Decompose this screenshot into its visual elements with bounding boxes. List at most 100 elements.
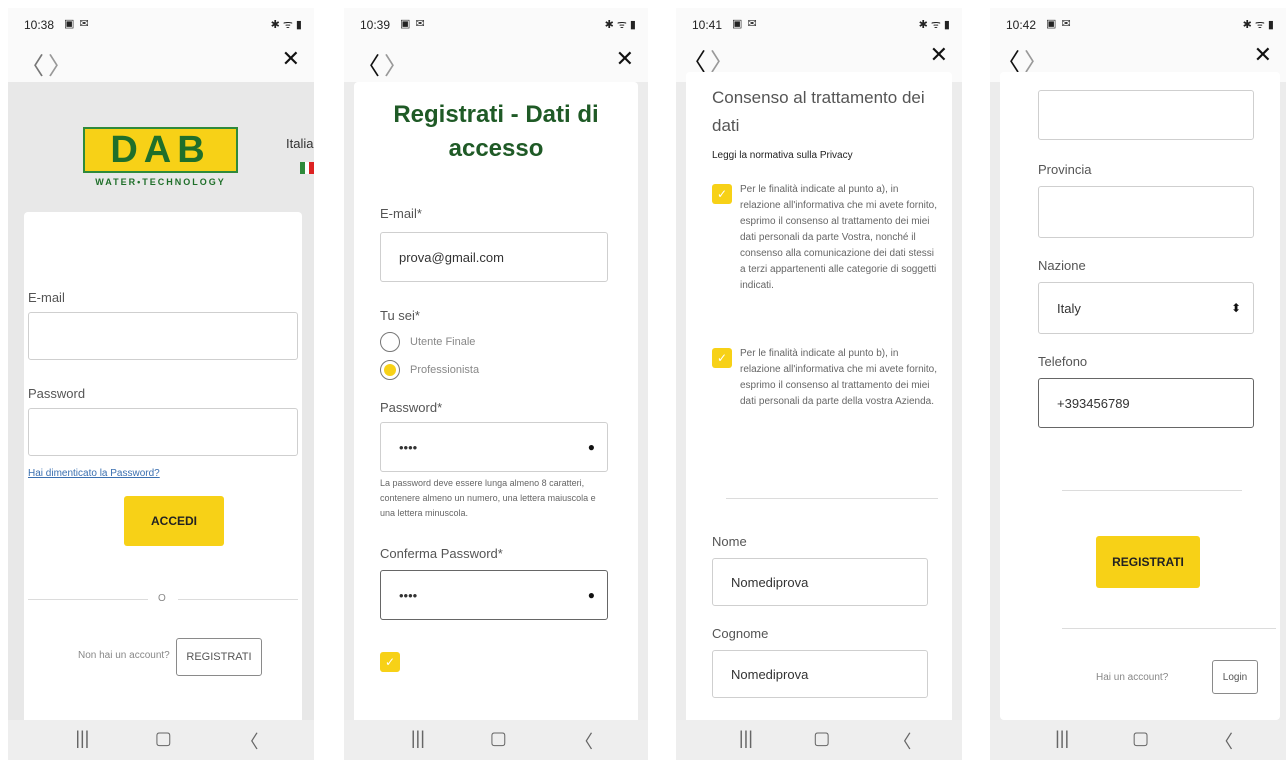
system-icons: ✱ ᯤ ▮: [918, 19, 950, 31]
consent-a-checkbox[interactable]: ✓: [712, 184, 732, 204]
back-arrow-icon[interactable]: 〈: [356, 46, 380, 81]
confirm-password-value: ••••: [399, 587, 418, 603]
notification-icons: ▣ ✉: [1046, 18, 1072, 30]
confirm-password-label: Conferma Password*: [380, 546, 503, 561]
nazione-value: Italy: [1057, 300, 1081, 316]
system-icons: ✱ ᯤ ▮: [604, 19, 636, 31]
divider-right: [178, 599, 298, 600]
back-icon[interactable]: 〈: [1215, 728, 1233, 754]
consent-card: Consenso al trattamento dei dati Leggi l…: [686, 72, 952, 732]
eye-icon[interactable]: ●: [588, 588, 595, 602]
system-icons: ✱ ᯤ ▮: [270, 19, 302, 31]
password-value: ••••: [399, 439, 418, 455]
close-icon[interactable]: ✕: [282, 46, 300, 72]
phone-screen-register-contact: 10:42 ▣ ✉ ✱ ᯤ ▮ 〈 〉 ✕ Provincia Nazione …: [990, 8, 1286, 760]
contact-card: Provincia Nazione Italy ⬍ Telefono +3934…: [1000, 72, 1280, 720]
contact-content: Provincia Nazione Italy ⬍ Telefono +3934…: [990, 72, 1286, 720]
italy-flag-icon: [300, 162, 314, 174]
consent-checkbox[interactable]: ✓: [380, 652, 400, 672]
phone-screen-consent: 10:41 ▣ ✉ ✱ ᯤ ▮ 〈 〉 ✕ Consenso al tratta…: [676, 8, 962, 760]
user-type-label: Tu sei*: [380, 308, 420, 323]
nazione-label: Nazione: [1038, 258, 1086, 273]
close-icon[interactable]: ✕: [616, 46, 634, 72]
login-content: DAB WATER•TECHNOLOGY Italia E-mail Passw…: [8, 82, 314, 726]
dab-logo: DAB WATER•TECHNOLOGY: [83, 127, 238, 193]
phone-screen-register-access: 10:39 ▣ ✉ ✱ ᯤ ▮ 〈 〉 ✕ Registrati - Dati …: [344, 8, 648, 760]
radio-utente-finale-label: Utente Finale: [410, 336, 476, 348]
email-field[interactable]: prova@gmail.com: [380, 232, 608, 282]
status-bar: 10:38 ▣ ✉ ✱ ᯤ ▮: [8, 8, 314, 38]
divider-left: [28, 599, 148, 600]
consent-content: Consenso al trattamento dei dati Leggi l…: [676, 72, 962, 732]
android-nav-bar: ||| ▢ 〈: [8, 720, 314, 760]
register-card: Registrati - Dati di accesso E-mail* pro…: [354, 82, 638, 728]
cognome-label: Cognome: [712, 626, 769, 641]
telefono-field[interactable]: +393456789: [1038, 378, 1254, 428]
close-icon[interactable]: ✕: [1254, 42, 1272, 68]
password-field[interactable]: [28, 408, 298, 456]
register-button[interactable]: REGISTRATI: [1096, 536, 1200, 588]
login-button[interactable]: Login: [1212, 660, 1258, 694]
register-content: Registrati - Dati di accesso E-mail* pro…: [344, 82, 648, 728]
provincia-field[interactable]: [1038, 186, 1254, 238]
recents-icon[interactable]: |||: [75, 728, 89, 749]
browser-nav-bar: 〈 〉 ✕: [344, 38, 648, 82]
system-icons: ✱ ᯤ ▮: [1242, 19, 1274, 31]
notification-icons: ▣ ✉: [400, 18, 426, 30]
forgot-password-link[interactable]: Hai dimenticato la Password?: [28, 468, 160, 479]
divider-or: O: [158, 593, 166, 604]
login-button[interactable]: ACCEDI: [124, 496, 224, 546]
android-nav-bar: ||| ▢ 〈: [990, 720, 1286, 760]
email-field[interactable]: [28, 312, 298, 360]
consent-title: Consenso al trattamento dei dati: [712, 88, 925, 135]
login-card: E-mail Password Hai dimenticato la Passw…: [24, 212, 302, 726]
status-bar: 10:39 ▣ ✉ ✱ ᯤ ▮: [344, 8, 648, 38]
password-label: Password: [28, 386, 86, 401]
browser-nav-bar: 〈 〉 ✕: [8, 38, 314, 82]
radio-professionista-label: Professionista: [410, 364, 480, 376]
cognome-field[interactable]: Nomediprova: [712, 650, 928, 698]
close-icon[interactable]: ✕: [930, 42, 948, 68]
status-bar: 10:41 ▣ ✉ ✱ ᯤ ▮: [676, 8, 962, 38]
nazione-select[interactable]: Italy ⬍: [1038, 282, 1254, 334]
android-nav-bar: ||| ▢ 〈: [344, 720, 648, 760]
email-label: E-mail: [28, 290, 65, 305]
back-icon[interactable]: 〈: [241, 728, 259, 754]
back-icon[interactable]: 〈: [575, 728, 593, 754]
radio-professionista[interactable]: [380, 360, 400, 380]
have-account-text: Hai un account?: [1096, 672, 1169, 683]
language-selector[interactable]: Italia: [286, 136, 313, 151]
section-divider: [1062, 490, 1242, 491]
page-title: Registrati - Dati di accesso: [393, 101, 599, 162]
home-icon[interactable]: ▢: [155, 728, 172, 749]
dab-logo-subtitle: WATER•TECHNOLOGY: [95, 177, 226, 187]
home-icon[interactable]: ▢: [490, 728, 507, 749]
back-arrow-icon[interactable]: 〈: [20, 46, 44, 81]
provincia-label: Provincia: [1038, 162, 1092, 177]
forward-arrow-icon[interactable]: 〉: [48, 46, 72, 81]
select-arrows-icon: ⬍: [1230, 301, 1241, 315]
back-icon[interactable]: 〈: [893, 728, 911, 754]
recents-icon[interactable]: |||: [739, 728, 753, 749]
forward-arrow-icon[interactable]: 〉: [384, 46, 408, 81]
status-time: 10:39: [360, 18, 391, 32]
dab-logo-text: DAB: [110, 129, 211, 171]
bottom-divider: [1062, 628, 1276, 629]
radio-utente-finale[interactable]: [380, 332, 400, 352]
home-icon[interactable]: ▢: [1132, 728, 1149, 749]
confirm-password-field[interactable]: •••• ●: [380, 570, 608, 620]
recents-icon[interactable]: |||: [1055, 728, 1069, 749]
home-icon[interactable]: ▢: [813, 728, 830, 749]
top-caption: [0, 0, 1288, 8]
register-button[interactable]: REGISTRATI: [176, 638, 262, 676]
eye-icon[interactable]: ●: [588, 440, 595, 454]
recents-icon[interactable]: |||: [411, 728, 425, 749]
nome-label: Nome: [712, 534, 747, 549]
password-field[interactable]: •••• ●: [380, 422, 608, 472]
privacy-link[interactable]: Leggi la normativa sulla Privacy: [712, 150, 853, 161]
consent-b-checkbox[interactable]: ✓: [712, 348, 732, 368]
section-divider: [726, 498, 938, 499]
nome-field[interactable]: Nomediprova: [712, 558, 928, 606]
password-label: Password*: [380, 400, 443, 415]
city-field[interactable]: [1038, 90, 1254, 140]
